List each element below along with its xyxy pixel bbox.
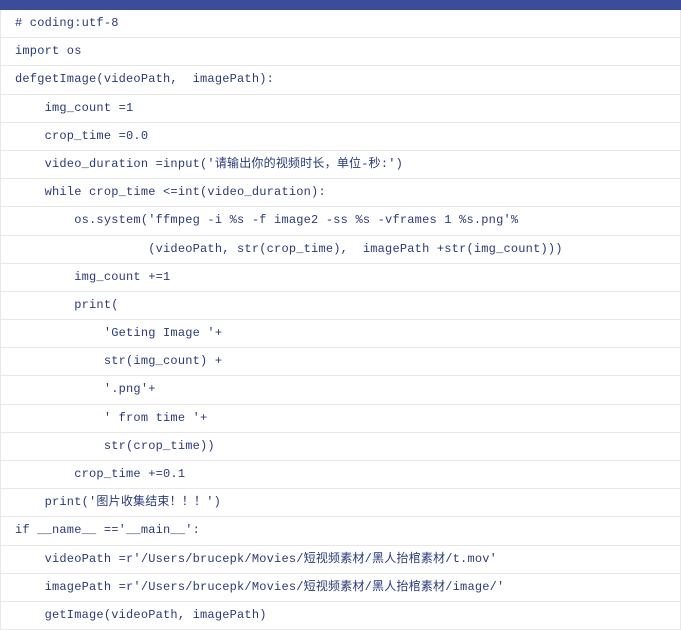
code-line: str(img_count) + <box>1 348 680 376</box>
code-line: (videoPath, str(crop_time), imagePath +s… <box>1 236 680 264</box>
code-line: crop_time +=0.1 <box>1 461 680 489</box>
code-line: getImage(videoPath, imagePath) <box>1 602 680 630</box>
code-line: videoPath =r'/Users/brucepk/Movies/短视频素材… <box>1 546 680 574</box>
code-line: print('图片收集结束！！！') <box>1 489 680 517</box>
code-line: crop_time =0.0 <box>1 123 680 151</box>
code-line: import os <box>1 38 680 66</box>
code-line: video_duration =input('请输出你的视频时长，单位-秒:') <box>1 151 680 179</box>
code-block: # coding:utf-8 import os defgetImage(vid… <box>0 10 681 630</box>
code-line: imagePath =r'/Users/brucepk/Movies/短视频素材… <box>1 574 680 602</box>
code-line: img_count +=1 <box>1 264 680 292</box>
code-line: # coding:utf-8 <box>1 10 680 38</box>
code-line: 'Geting Image '+ <box>1 320 680 348</box>
code-line: img_count =1 <box>1 95 680 123</box>
code-line: defgetImage(videoPath, imagePath): <box>1 66 680 94</box>
code-line: while crop_time <=int(video_duration): <box>1 179 680 207</box>
code-line: '.png'+ <box>1 376 680 404</box>
top-banner <box>0 0 681 10</box>
code-line: ' from time '+ <box>1 405 680 433</box>
code-line: print( <box>1 292 680 320</box>
code-line: os.system('ffmpeg -i %s -f image2 -ss %s… <box>1 207 680 235</box>
code-line: if __name__ =='__main__': <box>1 517 680 545</box>
code-line: str(crop_time)) <box>1 433 680 461</box>
